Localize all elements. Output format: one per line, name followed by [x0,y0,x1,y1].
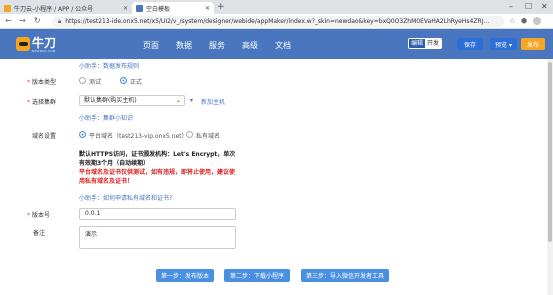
private-domain-help-link[interactable]: 小助手：如何申请私有域名和证书? [79,193,172,202]
close-icon[interactable]: ✕ [205,5,210,12]
nav-item-pages[interactable]: 页面 [143,40,159,51]
back-icon[interactable]: ← [5,16,12,25]
chevron-down-icon: ⌄ [175,97,181,104]
radio-private-domain-label: 私有域名 [196,133,221,140]
address-bar[interactable]: 🔒︎ https://test213-ide.onx5.net/x5/UI2/v… [52,16,504,27]
preview-button[interactable]: 预览 ▾ [490,38,517,50]
reload-icon[interactable]: ↻ [34,16,41,25]
step2-download-button[interactable]: 第二步：下载小程序 [224,269,290,282]
domain-warning-text: 平台域名及证书仅供测试，如有违规，即将止使用，建议使用私有域名及证书！ [79,169,236,185]
radio-release[interactable] [120,77,127,84]
browser-tab[interactable]: 牛刀云-小程序 / APP / 公众号 ✕ [0,2,132,14]
tab-title: 空白模板 [146,5,171,13]
step1-publish-button[interactable]: 第一步：发布版本 [156,269,214,282]
browser-tab-active[interactable]: 空白模板 ✕ [132,2,214,14]
maximize-icon[interactable]: ☐ [525,2,532,11]
nav-item-data[interactable]: 数据 [176,40,192,51]
cluster-select-value: 默认集群(购买主机) [84,97,137,104]
page-favicon-icon [136,4,143,12]
cluster-label: * 选择集群 [27,99,57,106]
forward-icon[interactable]: → [19,16,26,25]
step3-import-button[interactable]: 第三步：导入微信开发者工具 [301,269,389,282]
scrollbar-thumb[interactable] [548,62,552,242]
avatar[interactable] [533,17,541,25]
new-tab-button[interactable]: + [217,2,225,12]
radio-platform-domain[interactable] [79,131,86,138]
radio-test[interactable] [79,77,86,84]
browser-toolbar: ← → ↻ 🔒︎ https://test213-ide.onx5.net/x5… [0,14,553,29]
publish-button[interactable]: 发布 [521,38,545,50]
radio-test-label: 测试 [89,79,102,86]
save-button[interactable]: 保存 [457,38,483,50]
publish-rules-link[interactable]: 小助手：数据发布规则 [79,61,139,70]
cluster-select[interactable]: 默认集群(购买主机) ⌄ [79,95,185,106]
logo-icon [16,37,30,51]
minimize-icon[interactable]: – [509,2,513,11]
nav-item-docs[interactable]: 文档 [275,40,291,51]
radio-release-label: 正式 [130,79,143,86]
app-favicon-icon [4,4,11,12]
https-info-text: 默认HTTPS访问，证书颁发机构：Let's Encrypt，单次有效期3个月（… [79,151,236,167]
remark-textarea[interactable]: 演示 [79,226,236,249]
star-icon[interactable]: ☆ [509,17,515,25]
domain-label: 域名设置 [32,133,57,140]
remark-label: 备注 [33,230,46,237]
version-type-label: * 版本类型 [27,79,57,86]
mode-toggle[interactable]: 编辑 开发 [408,38,443,49]
version-number-label: * 版本号 [27,212,51,219]
logo-subtext: NEWDAO.COM [32,49,56,53]
close-window-icon[interactable]: ✕ [541,2,548,11]
select-dropdown-toggle-icon[interactable]: ▾ [190,97,193,104]
tab-title: 牛刀云-小程序 / APP / 公众号 [14,5,94,13]
mode-edit[interactable]: 编辑 [409,39,426,48]
radio-private-domain[interactable] [186,131,193,138]
nav-item-services[interactable]: 服务 [209,40,225,51]
add-host-link[interactable]: 新加主机 [201,97,225,106]
browser-tab-bar: 牛刀云-小程序 / APP / 公众号 ✕ 空白模板 ✕ + – ☐ ✕ [0,0,553,14]
cluster-help-link[interactable]: 小助手：集群小知识 [79,113,133,122]
version-number-input[interactable]: 0.0.1 [79,208,236,220]
lock-icon: 🔒︎ [58,17,62,25]
mode-dev[interactable]: 开发 [425,39,442,48]
radio-platform-domain-label: 平台域名（test213-vip.onx5.net） [89,133,188,140]
nav-item-advanced[interactable]: 高级 [242,40,258,51]
url-text: https://test213-ide.onx5.net/x5/UI2/v_/s… [65,18,490,25]
close-icon[interactable]: ✕ [123,5,128,12]
extension-icon[interactable]: ⬢ [521,17,527,25]
